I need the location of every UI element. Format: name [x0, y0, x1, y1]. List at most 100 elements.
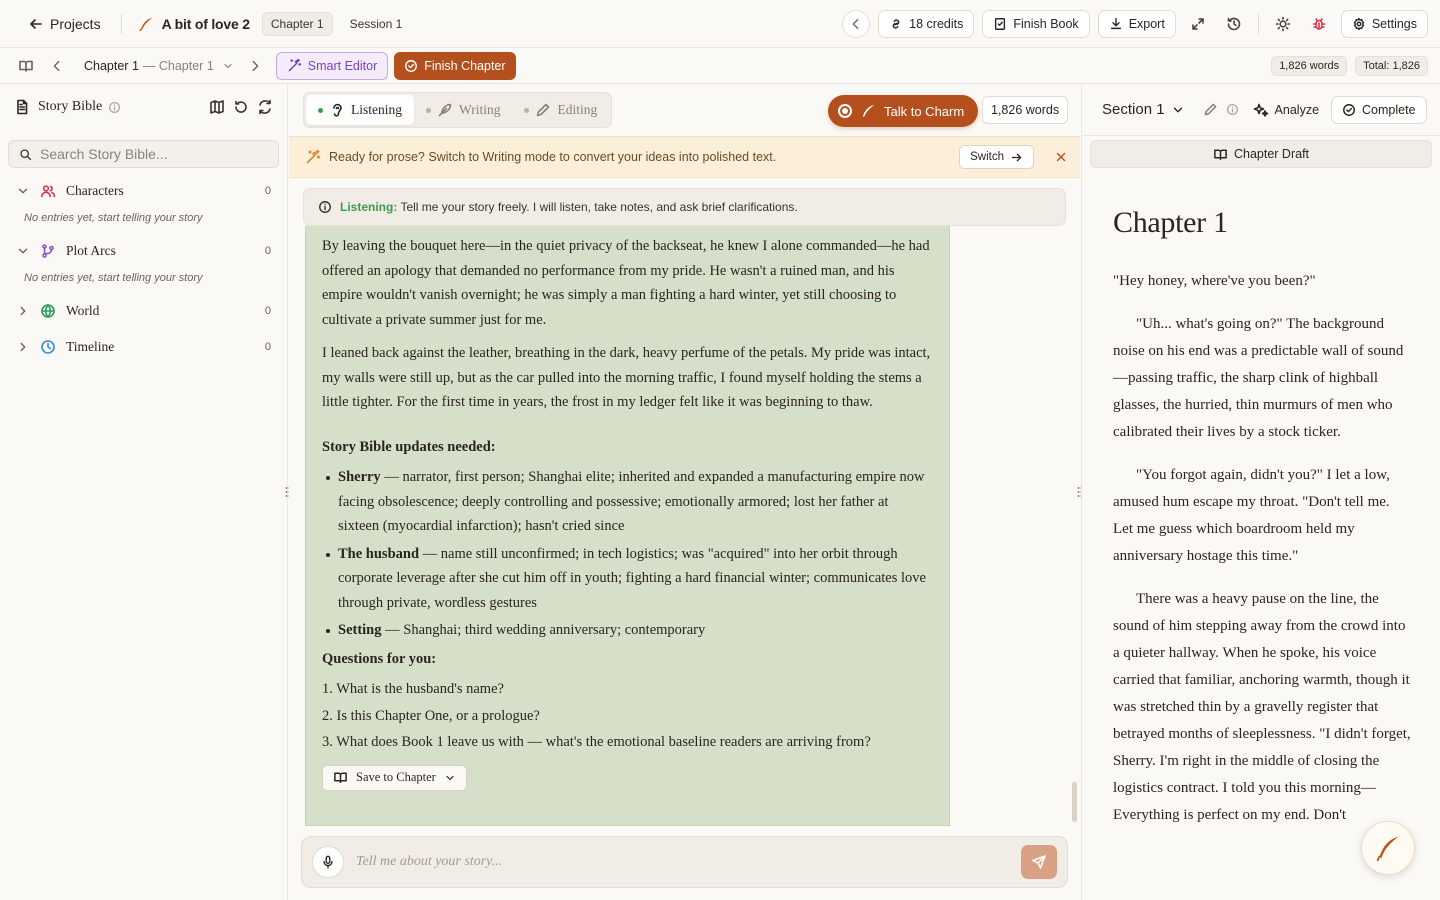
ear-icon — [333, 103, 342, 117]
sparkle-wand-icon — [306, 149, 321, 164]
microphone-button[interactable] — [312, 846, 344, 878]
back-to-projects-button[interactable]: Projects — [24, 12, 105, 36]
export-button[interactable]: Export — [1097, 9, 1176, 38]
info-icon[interactable] — [1226, 103, 1239, 116]
assistant-message: By leaving the bouquet here—in the quiet… — [305, 226, 950, 826]
link-icon — [892, 18, 900, 29]
collapse-panel-button[interactable] — [842, 9, 871, 38]
message-composer — [301, 836, 1068, 888]
message-paragraph: I leaned back against the leather, breat… — [322, 345, 931, 410]
section-name: Timeline — [66, 339, 115, 354]
story-bible-sidebar: Story Bible Search Story Bible... Charac… — [0, 84, 288, 900]
finish-book-label: Finish Book — [1013, 16, 1079, 31]
fullscreen-button[interactable] — [1184, 10, 1212, 38]
settings-button[interactable]: Settings — [1340, 9, 1428, 38]
update-item: Setting — Shanghai; third wedding annive… — [326, 618, 933, 643]
draft-paragraph: "You forgot again, didn't you?" I let a … — [1113, 467, 1390, 564]
switch-mode-button[interactable]: Switch — [959, 145, 1034, 169]
send-button[interactable] — [1021, 845, 1057, 879]
top-bar: Projects A bit of love 2 Chapter 1 Sessi… — [0, 0, 1440, 48]
section-characters[interactable]: Characters 0 — [0, 174, 287, 208]
search-icon — [20, 148, 32, 160]
sparkles-icon — [1253, 103, 1268, 117]
credits-label: 18 credits — [909, 16, 964, 31]
mode-label: Listening — [351, 102, 402, 117]
update-name: The husband — [338, 545, 420, 562]
globe-icon — [41, 304, 55, 318]
book-open-icon[interactable] — [18, 58, 34, 74]
mode-listening-tab[interactable]: Listening — [306, 95, 414, 125]
updates-list: Sherry — narrator, first person; Shangha… — [322, 465, 933, 643]
magic-wand-icon — [288, 58, 301, 72]
writing-mode-banner: Ready for prose? Switch to Writing mode … — [289, 136, 1080, 178]
analyze-button[interactable]: Analyze — [1253, 102, 1319, 118]
question-item: 3. What does Book 1 leave us with — what… — [322, 734, 871, 750]
section-world[interactable]: World 0 — [0, 294, 287, 328]
total-word-count: Total: 1,826 — [1355, 55, 1428, 76]
previous-chapter-icon[interactable] — [50, 59, 64, 73]
draft-content[interactable]: Chapter 1 "Hey honey, where've you been?… — [1082, 206, 1440, 829]
map-icon[interactable] — [209, 99, 225, 115]
book-title: A bit of love 2 — [161, 15, 250, 32]
complete-button[interactable]: Complete — [1331, 95, 1427, 124]
story-input[interactable] — [356, 854, 1021, 870]
update-text: — narrator, first person; Shanghai elite… — [338, 469, 925, 534]
next-chapter-icon[interactable] — [248, 59, 262, 73]
search-placeholder: Search Story Bible... — [40, 146, 168, 162]
export-label: Export — [1128, 16, 1165, 31]
save-to-chapter-button[interactable]: Save to Chapter — [322, 764, 467, 791]
undo-icon[interactable] — [233, 99, 249, 115]
questions-list: 1. What is the husband's name? 2. Is thi… — [322, 677, 933, 755]
chapter-word-count: 1,826 words — [1271, 55, 1348, 76]
story-bible-title: Story Bible — [38, 99, 103, 114]
quill-icon — [863, 105, 874, 117]
update-text: — name still unconfirmed; in tech logist… — [338, 545, 926, 611]
mode-editing-tab[interactable]: Editing — [512, 95, 609, 125]
pencil-icon[interactable] — [1203, 102, 1218, 117]
mode-writing-tab[interactable]: Writing — [414, 95, 512, 125]
refresh-icon[interactable] — [257, 99, 273, 115]
quill-icon — [1376, 836, 1399, 862]
theme-toggle-button[interactable] — [1269, 10, 1297, 38]
section-timeline[interactable]: Timeline 0 — [0, 330, 287, 364]
credits-button[interactable]: 18 credits — [878, 9, 975, 38]
talk-to-charm-button[interactable]: Talk to Charm — [828, 95, 979, 127]
story-bible-search[interactable]: Search Story Bible... — [8, 140, 279, 168]
pencil-icon — [537, 103, 550, 117]
history-button[interactable] — [1220, 10, 1248, 38]
mode-switcher: Listening Writing Editing — [303, 92, 613, 128]
complete-label: Complete — [1362, 102, 1416, 117]
section-plot-arcs[interactable]: Plot Arcs 0 — [0, 234, 287, 268]
clock-icon — [41, 340, 55, 354]
history-icon — [1227, 17, 1241, 30]
scrollbar-thumb[interactable] — [1072, 782, 1077, 822]
expand-icon — [1192, 17, 1204, 30]
chevron-down-icon — [18, 188, 28, 194]
question-item: 1. What is the husband's name? — [322, 681, 504, 697]
update-item: The husband — name still unconfirmed; in… — [326, 542, 933, 616]
finish-chapter-button[interactable]: Finish Chapter — [394, 51, 516, 80]
finish-book-button[interactable]: Finish Book — [982, 9, 1090, 38]
draft-paragraph: "Uh... what's going on?" The background … — [1113, 316, 1404, 440]
info-icon[interactable] — [108, 101, 121, 114]
save-label: Save to Chapter — [356, 770, 436, 785]
chapter-draft-tab[interactable]: Chapter Draft — [1090, 140, 1432, 168]
listening-text: Tell me your story freely. I will listen… — [400, 200, 798, 214]
book-open-icon — [334, 772, 347, 783]
mode-label: Editing — [557, 102, 598, 117]
chevron-right-icon — [20, 342, 26, 352]
section-selector[interactable]: Section 1 — [1102, 101, 1185, 118]
message-paragraph: By leaving the bouquet here—in the quiet… — [322, 238, 930, 328]
close-icon[interactable] — [1054, 150, 1068, 164]
draft-paragraph: "Hey honey, where've you been?" — [1113, 273, 1316, 289]
chapter-selector[interactable]: Chapter 1 — Chapter 1 — [84, 59, 234, 73]
arrow-left-icon — [30, 18, 42, 29]
session-chip[interactable]: Session 1 — [341, 12, 412, 36]
chapter-chip[interactable]: Chapter 1 — [261, 11, 333, 36]
charm-assistant-button[interactable] — [1361, 821, 1415, 875]
story-bible-header: Story Bible — [0, 84, 287, 130]
smart-editor-button[interactable]: Smart Editor — [275, 51, 389, 80]
bug-report-button[interactable] — [1305, 10, 1333, 38]
chapter-bar: Chapter 1 — Chapter 1 Smart Editor Finis… — [0, 48, 1440, 84]
chevron-down-icon — [1173, 107, 1182, 112]
